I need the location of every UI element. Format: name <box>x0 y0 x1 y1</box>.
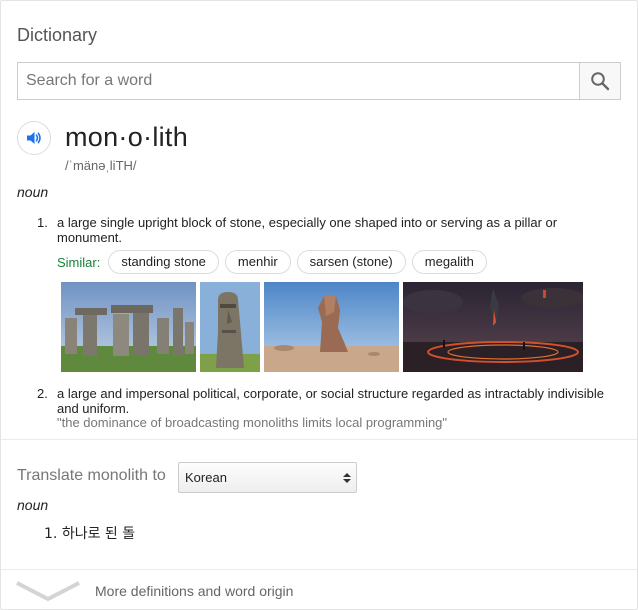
part-of-speech: noun <box>17 184 49 200</box>
translation-part-of-speech: noun <box>17 497 49 513</box>
similar-words: Similar: standing stone menhir sarsen (s… <box>57 250 493 274</box>
definition-text: a large and impersonal political, corpor… <box>57 386 604 416</box>
usage-example: "the dominance of broadcasting monoliths… <box>57 415 448 430</box>
similar-chip[interactable]: megalith <box>411 250 487 274</box>
pronounce-button[interactable] <box>17 121 51 155</box>
image-rock-pillar[interactable] <box>264 282 399 372</box>
definition-number: 2. <box>37 386 48 401</box>
similar-chip[interactable]: sarsen (stone) <box>296 250 406 274</box>
translate-label: Translate monolith to <box>17 467 166 484</box>
similar-chip[interactable]: standing stone <box>108 250 219 274</box>
translation-text: 하나로 된 돌 <box>61 526 136 542</box>
language-select-value: Korean <box>185 470 227 485</box>
search-input[interactable] <box>18 63 582 99</box>
search-icon <box>591 72 610 91</box>
similar-chip[interactable]: menhir <box>224 250 291 274</box>
translation-number: 1. <box>44 526 58 542</box>
search-box <box>17 62 621 100</box>
language-select[interactable]: Korean <box>178 462 357 493</box>
definition-number: 1. <box>37 215 48 230</box>
definition-text: a large single upright block of stone, e… <box>57 215 558 245</box>
headword: mon·o·lith <box>65 122 189 152</box>
dictionary-card: Dictionary mon·o·lith /ˈmänəˌliTH/ noun … <box>0 0 638 610</box>
similar-label: Similar: <box>57 254 101 270</box>
card-title: Dictionary <box>17 25 98 45</box>
image-fantasy-monolith[interactable] <box>403 282 583 372</box>
speaker-icon <box>27 132 41 144</box>
expand-button[interactable] <box>15 579 81 608</box>
search-button[interactable] <box>579 63 620 99</box>
select-arrows-icon <box>343 473 351 483</box>
footer-divider <box>1 569 637 570</box>
more-definitions-link[interactable]: More definitions and word origin <box>95 583 293 599</box>
section-divider <box>1 439 637 440</box>
image-moai[interactable] <box>200 282 260 372</box>
phonetic-spelling: /ˈmänəˌliTH/ <box>65 158 137 173</box>
image-stonehenge[interactable] <box>61 282 196 372</box>
chevron-down-icon <box>16 581 80 602</box>
translation-item: 1. 하나로 된 돌 <box>44 523 135 543</box>
